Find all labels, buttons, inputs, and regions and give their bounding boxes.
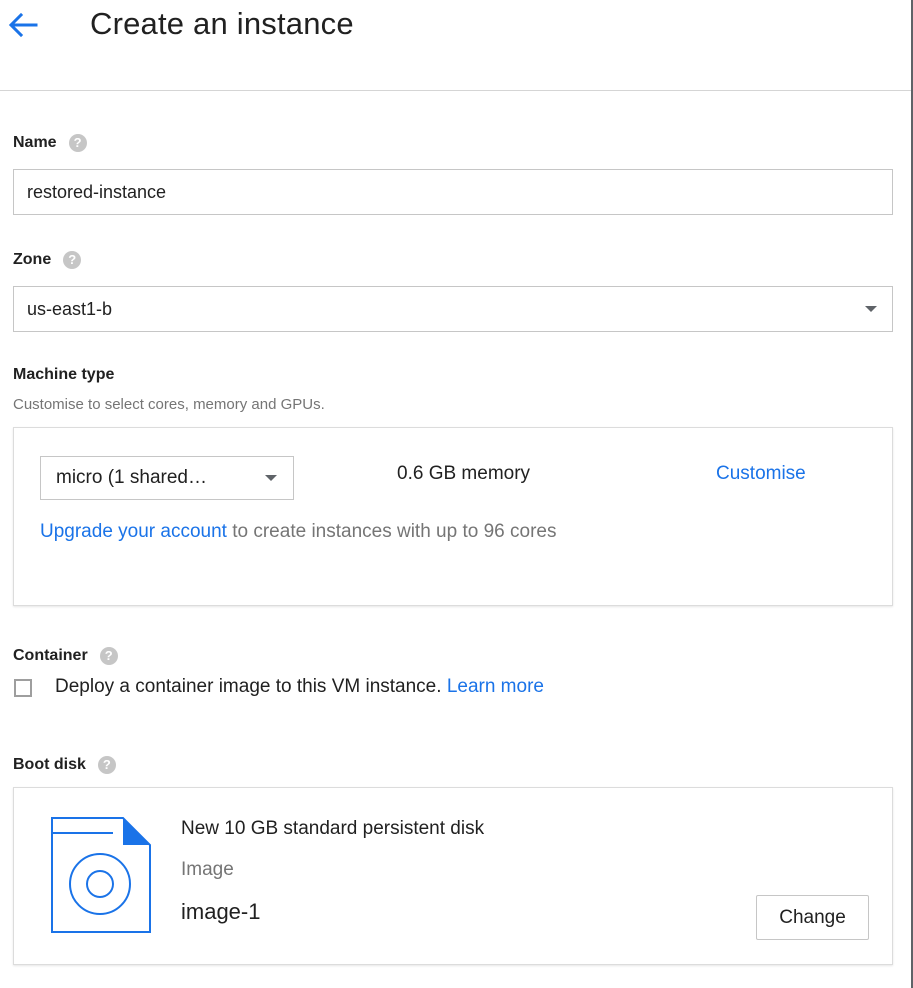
customise-link[interactable]: Customise bbox=[716, 463, 806, 485]
boot-disk-title: New 10 GB standard persistent disk bbox=[181, 818, 485, 839]
name-label-row: Name ? bbox=[13, 134, 87, 152]
upgrade-account-link[interactable]: Upgrade your account bbox=[40, 521, 227, 542]
boot-disk-label-row: Boot disk ? bbox=[13, 756, 116, 774]
machine-type-card: micro (1 shared… 0.6 GB memory Customise… bbox=[13, 427, 893, 606]
machine-type-label-row: Machine type bbox=[13, 366, 114, 384]
disk-image-icon bbox=[51, 817, 151, 933]
deploy-container-checkbox[interactable] bbox=[14, 679, 32, 697]
page-title: Create an instance bbox=[90, 6, 354, 41]
help-circle-icon[interactable]: ? bbox=[99, 647, 118, 665]
learn-more-link[interactable]: Learn more bbox=[447, 676, 544, 697]
boot-disk-card: New 10 GB standard persistent disk Image… bbox=[13, 787, 893, 965]
arrow-left-icon[interactable] bbox=[6, 10, 40, 40]
chevron-down-icon bbox=[265, 475, 277, 481]
chevron-down-icon bbox=[865, 306, 877, 312]
zone-label-row: Zone ? bbox=[13, 251, 82, 269]
zone-select[interactable]: us-east1-b bbox=[13, 286, 893, 332]
boot-disk-image-value: image-1 bbox=[181, 899, 261, 924]
zone-select-value: us-east1-b bbox=[27, 299, 113, 319]
help-circle-icon[interactable]: ? bbox=[68, 134, 87, 152]
container-label: Container bbox=[13, 647, 88, 664]
machine-type-select-value: micro (1 shared… bbox=[56, 467, 207, 488]
help-circle-icon[interactable]: ? bbox=[97, 756, 116, 774]
boot-disk-image-label: Image bbox=[181, 859, 234, 880]
upgrade-message: Upgrade your account to create instances… bbox=[40, 521, 556, 543]
memory-value: 0.6 GB memory bbox=[397, 463, 531, 484]
help-circle-icon[interactable]: ? bbox=[63, 251, 82, 269]
machine-type-subtitle: Customise to select cores, memory and GP… bbox=[13, 396, 325, 413]
upgrade-message-text: to create instances with up to 96 cores bbox=[226, 521, 557, 542]
change-boot-disk-button[interactable]: Change bbox=[756, 895, 869, 940]
page-header: Create an instance bbox=[0, 0, 911, 91]
machine-type-select[interactable]: micro (1 shared… bbox=[40, 456, 294, 500]
zone-label: Zone bbox=[13, 251, 52, 268]
name-label: Name bbox=[13, 134, 57, 151]
boot-disk-label: Boot disk bbox=[13, 756, 86, 773]
deploy-container-text: Deploy a container image to this VM inst… bbox=[55, 676, 544, 698]
deploy-container-label: Deploy a container image to this VM inst… bbox=[55, 676, 447, 697]
name-input[interactable]: restored-instance bbox=[13, 169, 893, 215]
container-label-row: Container ? bbox=[13, 647, 118, 665]
machine-type-label: Machine type bbox=[13, 366, 115, 383]
